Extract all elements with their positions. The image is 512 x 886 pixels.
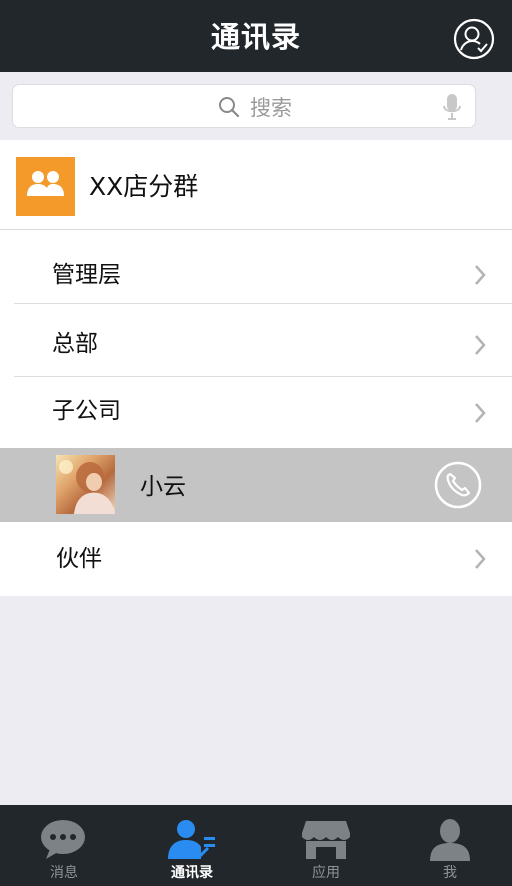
tab-messages[interactable]: 消息 [0, 805, 128, 886]
list-item-label: 伙伴 [56, 546, 102, 572]
contact-list: 管理层 总部 子公司 小云 伙伴 [0, 230, 512, 596]
tab-label: 应用 [312, 865, 340, 881]
search-input[interactable]: 搜索 [12, 84, 476, 128]
chevron-right-icon [475, 265, 486, 285]
tab-me[interactable]: 我 [386, 805, 512, 886]
phone-icon[interactable] [434, 461, 482, 509]
list-item-headquarters[interactable]: 总部 [0, 304, 512, 377]
user-profile-icon[interactable] [453, 18, 495, 60]
person-icon [430, 819, 470, 861]
list-item-label: 子公司 [52, 398, 121, 424]
list-item-subsidiary[interactable]: 子公司 [0, 377, 512, 448]
chevron-right-icon [475, 403, 486, 423]
store-icon [302, 821, 350, 859]
tab-label: 我 [443, 865, 457, 881]
avatar [56, 455, 115, 514]
microphone-icon[interactable] [443, 93, 461, 121]
bottom-tab-bar: 消息 通讯录 应用 我 [0, 805, 512, 886]
tab-label: 消息 [50, 865, 78, 881]
page-title: 通讯录 [210, 20, 301, 54]
chevron-right-icon [475, 335, 486, 355]
contacts-icon [168, 820, 215, 859]
list-item-partner[interactable]: 伙伴 [0, 522, 512, 596]
tab-label: 通讯录 [171, 865, 213, 881]
search-icon [219, 97, 240, 118]
tab-apps[interactable]: 应用 [262, 805, 390, 886]
list-item-management[interactable]: 管理层 [0, 230, 512, 304]
chat-bubble-icon [41, 820, 85, 859]
contact-name: 小云 [140, 474, 186, 500]
search-placeholder: 搜索 [218, 93, 292, 121]
chevron-right-icon [475, 549, 486, 569]
group-label: XX店分群 [89, 172, 199, 201]
search-placeholder-text: 搜索 [250, 96, 292, 120]
group-icon [16, 157, 75, 216]
top-bar: 通讯录 [0, 0, 512, 72]
contact-row[interactable]: 小云 [0, 448, 512, 522]
group-row[interactable]: XX店分群 [0, 140, 512, 230]
search-area: 搜索 [0, 72, 512, 140]
list-item-label: 总部 [52, 331, 98, 357]
tab-contacts[interactable]: 通讯录 [128, 805, 256, 886]
